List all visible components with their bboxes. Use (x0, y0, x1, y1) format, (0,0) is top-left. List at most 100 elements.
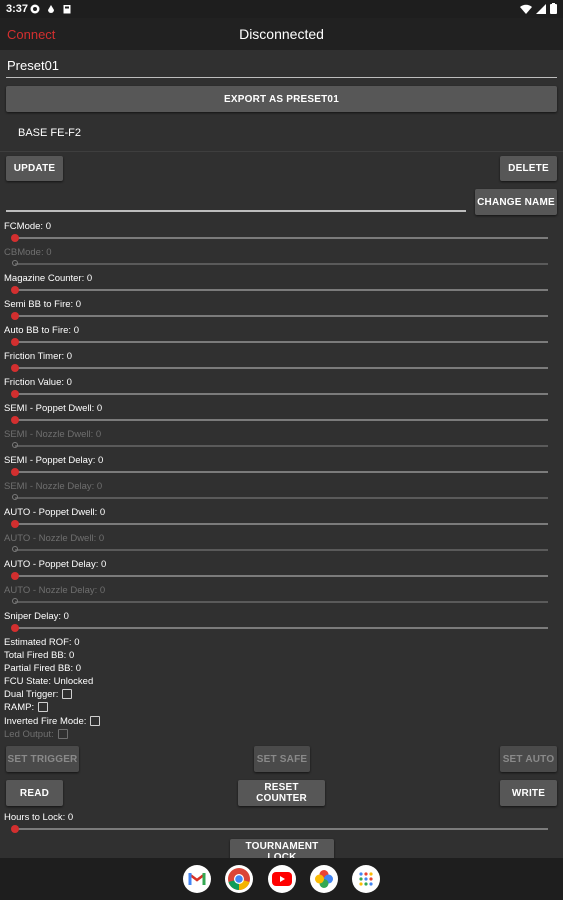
slider-thumb[interactable] (11, 520, 19, 528)
set-auto-button: SET AUTO (500, 746, 557, 772)
estimated-rof: Estimated ROF: 0 (4, 637, 80, 648)
reset-counter-button[interactable]: RESET COUNTER (238, 780, 325, 806)
photos-glyph-icon (315, 870, 333, 888)
slider-track[interactable] (15, 419, 548, 421)
slider-label: FCMode: 0 (4, 221, 51, 232)
slider-label: CBMode: 0 (4, 247, 52, 258)
sync-icon (30, 4, 40, 14)
slider-thumb[interactable] (11, 286, 19, 294)
ramp-row[interactable]: RAMP: (4, 702, 49, 713)
set-safe-button: SET SAFE (254, 746, 310, 772)
gmail-icon[interactable] (183, 865, 211, 893)
app-drawer-glyph-icon (359, 872, 373, 886)
slider-label: SEMI - Nozzle Dwell: 0 (4, 429, 102, 440)
slider-track (15, 549, 548, 551)
slider-track[interactable] (15, 367, 548, 369)
photos-icon[interactable] (310, 865, 338, 893)
update-button[interactable]: UPDATE (6, 156, 63, 181)
slider-label: AUTO - Nozzle Dwell: 0 (4, 533, 105, 544)
battery-icon (550, 3, 557, 14)
slider-label: AUTO - Poppet Dwell: 0 (4, 507, 106, 518)
chrome-icon[interactable] (225, 865, 253, 893)
dual-trigger-checkbox[interactable] (62, 689, 73, 700)
read-button[interactable]: READ (6, 780, 63, 806)
hours-to-lock-track[interactable] (15, 828, 548, 830)
status-bar: 3:37 (0, 0, 563, 18)
slider-track[interactable] (15, 341, 548, 343)
slider-thumb[interactable] (11, 572, 19, 580)
partial-fired-bb: Partial Fired BB: 0 (4, 663, 82, 674)
slider-thumb[interactable] (11, 390, 19, 398)
hours-to-lock-thumb[interactable] (11, 825, 19, 833)
slider-label: Sniper Delay: 0 (4, 611, 69, 622)
total-fired-bb: Total Fired BB: 0 (4, 650, 75, 661)
slider-thumb[interactable] (11, 624, 19, 632)
ramp-checkbox[interactable] (38, 702, 49, 713)
rename-input[interactable] (6, 210, 466, 212)
slider-track[interactable] (15, 393, 548, 395)
delete-button[interactable]: DELETE (500, 156, 557, 181)
slider-track (15, 263, 548, 265)
drop-icon (48, 5, 54, 13)
dual-trigger-row[interactable]: Dual Trigger: (4, 689, 73, 700)
slider-track[interactable] (15, 289, 548, 291)
status-time: 3:37 (6, 3, 29, 15)
app-bar: Connect Disconnected (0, 18, 563, 50)
slider-thumb[interactable] (11, 468, 19, 476)
slider-label: Magazine Counter: 0 (4, 273, 93, 284)
slider-thumb[interactable] (11, 234, 19, 242)
led-output-row: Led Output: (4, 729, 68, 740)
preset-list-item[interactable]: BASE FE-F2 (18, 127, 81, 139)
status-right (520, 3, 557, 14)
slider-label: AUTO - Nozzle Delay: 0 (4, 585, 106, 596)
set-trigger-button: SET TRIGGER (6, 746, 79, 772)
slider-thumb[interactable] (11, 312, 19, 320)
slider-label: Friction Timer: 0 (4, 351, 73, 362)
inverted-fire-mode-label: Inverted Fire Mode: (4, 716, 87, 727)
ramp-label: RAMP: (4, 702, 35, 713)
export-preset-button[interactable]: EXPORT AS PRESET01 (6, 86, 557, 112)
write-button[interactable]: WRITE (500, 780, 557, 806)
nav-dock (0, 858, 563, 900)
slider-thumb (12, 494, 18, 500)
slider-label: SEMI - Nozzle Delay: 0 (4, 481, 103, 492)
slider-track[interactable] (15, 315, 548, 317)
gmail-glyph-icon (188, 873, 206, 885)
youtube-icon[interactable] (268, 865, 296, 893)
app-drawer-icon[interactable] (352, 865, 380, 893)
slider-thumb[interactable] (11, 364, 19, 372)
change-name-button[interactable]: CHANGE NAME (475, 189, 557, 215)
wifi-icon (520, 4, 532, 14)
slider-label: SEMI - Poppet Delay: 0 (4, 455, 104, 466)
slider-thumb (12, 598, 18, 604)
slider-track[interactable] (15, 471, 548, 473)
fcu-state: FCU State: Unlocked (4, 676, 94, 687)
slider-label: Semi BB to Fire: 0 (4, 299, 82, 310)
page-title: Disconnected (239, 26, 324, 42)
slider-label: SEMI - Poppet Dwell: 0 (4, 403, 103, 414)
chrome-glyph-icon (228, 868, 250, 890)
led-output-label: Led Output: (4, 729, 54, 740)
hours-to-lock-label: Hours to Lock: 0 (4, 812, 74, 823)
inverted-fire-mode-row[interactable]: Inverted Fire Mode: (4, 716, 101, 727)
slider-track (15, 497, 548, 499)
slider-label: AUTO - Poppet Delay: 0 (4, 559, 107, 570)
slider-track (15, 601, 548, 603)
slider-thumb (12, 442, 18, 448)
divider (0, 151, 563, 152)
slider-label: Auto BB to Fire: 0 (4, 325, 79, 336)
slider-track (15, 445, 548, 447)
slider-track[interactable] (15, 627, 548, 629)
slider-track[interactable] (15, 237, 548, 239)
slider-thumb (12, 260, 18, 266)
slider-track[interactable] (15, 575, 548, 577)
youtube-glyph-icon (272, 872, 292, 886)
slider-track[interactable] (15, 523, 548, 525)
slider-thumb[interactable] (11, 338, 19, 346)
clipboard-icon (63, 5, 71, 14)
preset-name-input[interactable]: Preset01 (6, 58, 557, 78)
dual-trigger-label: Dual Trigger: (4, 689, 59, 700)
slider-thumb[interactable] (11, 416, 19, 424)
inverted-fire-mode-checkbox[interactable] (90, 716, 101, 727)
slider-label: Friction Value: 0 (4, 377, 72, 388)
